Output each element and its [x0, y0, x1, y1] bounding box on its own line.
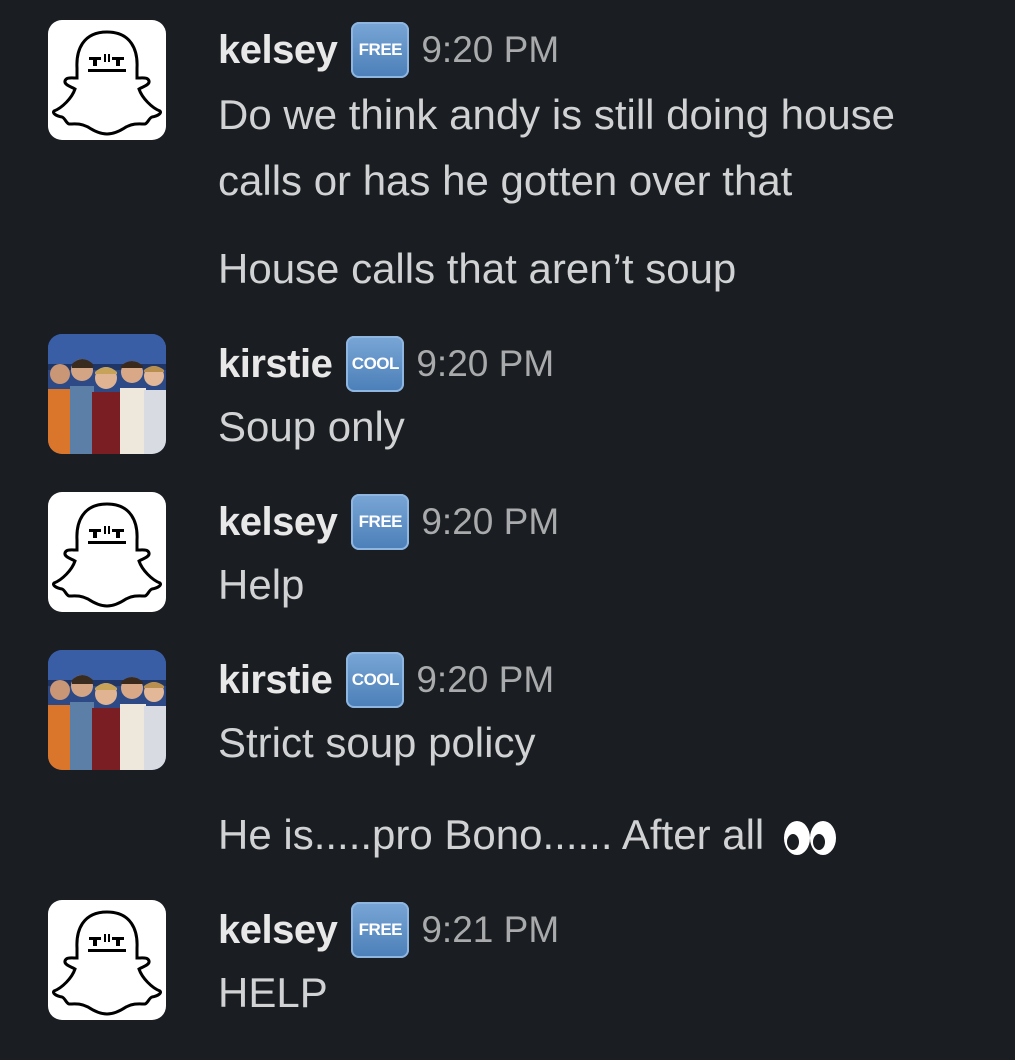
message-header: kirstie COOL 9:20 PM	[218, 652, 554, 708]
status-badge: FREE	[351, 902, 410, 958]
username[interactable]: kelsey	[218, 908, 338, 953]
snapchat-ghost-icon	[52, 910, 162, 1016]
avatar[interactable]	[48, 492, 166, 612]
snapchat-ghost-icon	[52, 30, 162, 136]
timestamp[interactable]: 9:20 PM	[421, 501, 559, 543]
message-text: HELP	[218, 969, 328, 1016]
message-text-with-emoji: He is.....pro Bono...... After all	[218, 802, 998, 868]
username[interactable]: kirstie	[218, 658, 333, 703]
message-text: He is.....pro Bono...... After all	[218, 811, 765, 858]
message-text: Help	[218, 561, 305, 608]
username[interactable]: kelsey	[218, 28, 338, 73]
message-feed: kelsey FREE 9:20 PM Do we think andy is …	[0, 0, 1015, 1060]
avatar[interactable]	[48, 334, 166, 454]
message-header: kelsey FREE 9:20 PM	[218, 22, 559, 78]
username[interactable]: kelsey	[218, 500, 338, 545]
message-text: Strict soup policy	[218, 719, 536, 766]
status-badge: COOL	[346, 652, 405, 708]
group-photo	[48, 650, 166, 770]
timestamp[interactable]: 9:20 PM	[416, 343, 554, 385]
status-badge: FREE	[351, 22, 410, 78]
message-text: House calls that aren’t soup	[218, 245, 737, 292]
avatar[interactable]	[48, 20, 166, 140]
message-header: kelsey FREE 9:21 PM	[218, 902, 559, 958]
avatar[interactable]	[48, 650, 166, 770]
snapchat-ghost-icon	[52, 502, 162, 608]
message-text: Soup only	[218, 403, 405, 450]
message-header: kelsey FREE 9:20 PM	[218, 494, 559, 550]
timestamp[interactable]: 9:21 PM	[421, 909, 559, 951]
message-text: calls or has he gotten over that	[218, 157, 793, 204]
avatar[interactable]	[48, 900, 166, 1020]
group-photo	[48, 334, 166, 454]
status-badge: FREE	[351, 494, 410, 550]
message-text: Do we think andy is still doing house	[218, 91, 896, 138]
message-header: kirstie COOL 9:20 PM	[218, 336, 554, 392]
username[interactable]: kirstie	[218, 342, 333, 387]
status-badge: COOL	[346, 336, 405, 392]
timestamp[interactable]: 9:20 PM	[421, 29, 559, 71]
eyes-emoji-icon	[782, 818, 838, 858]
timestamp[interactable]: 9:20 PM	[416, 659, 554, 701]
